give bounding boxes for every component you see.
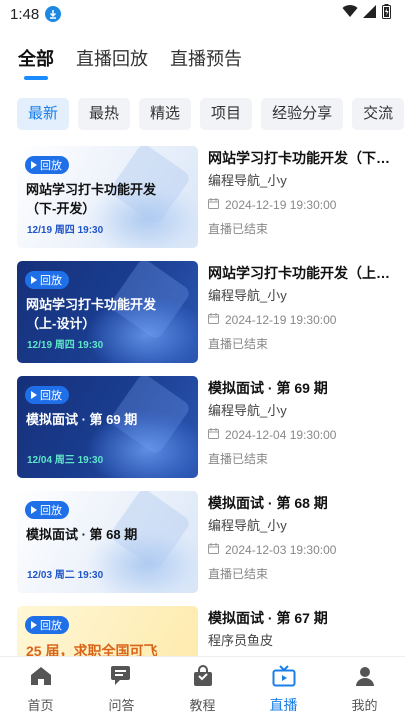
thumbnail-date: 12/19 周四 19:30 (27, 225, 104, 236)
nav-label: 直播 (269, 697, 298, 713)
bottom-nav: 首页 问答 教程 直播 我的 (0, 656, 405, 720)
play-icon (31, 391, 37, 399)
calendar-icon (208, 311, 219, 329)
calendar-icon (208, 541, 219, 559)
top-tabs: 全部 直播回放 直播预告 (18, 46, 242, 80)
live-time: 2024-12-04 19:30:00 (225, 428, 337, 442)
replay-badge-label: 回放 (40, 275, 62, 287)
filter-chip-featured[interactable]: 精选 (139, 98, 192, 130)
filter-chip-project[interactable]: 项目 (200, 98, 253, 130)
nav-label: 教程 (189, 698, 216, 713)
replay-badge-label: 回放 (40, 390, 62, 402)
filter-chips: 最新 最热 精选 项目 经验分享 交流 (17, 98, 405, 130)
nav-label: 我的 (351, 698, 378, 713)
play-icon (31, 276, 37, 284)
live-status: 直播已结束 (208, 452, 269, 466)
thumbnail-date: 12/19 周四 19:30 (27, 340, 104, 351)
live-author: 编程导航_小y (208, 518, 287, 533)
replay-badge-label: 回放 (40, 160, 62, 172)
bag-icon (192, 665, 214, 692)
nav-mine[interactable]: 我的 (324, 657, 405, 720)
chat-icon (110, 665, 134, 692)
live-item[interactable]: 回放 网站学习打卡功能开发（下-开发） 12/19 周四 19:30 网站学习打… (0, 146, 405, 250)
replay-badge-label: 回放 (40, 505, 62, 517)
play-icon (31, 621, 37, 629)
home-icon (30, 665, 52, 692)
replay-badge: 回放 (25, 616, 69, 634)
live-item[interactable]: 回放 网站学习打卡功能开发（上-设计） 12/19 周四 19:30 网站学习打… (0, 261, 405, 365)
thumbnail-title: 模拟面试 · 第 68 期 (26, 527, 138, 542)
filter-chip-hottest[interactable]: 最热 (78, 98, 131, 130)
play-icon (31, 161, 37, 169)
thumbnail-title: 模拟面试 · 第 69 期 (26, 412, 138, 427)
replay-badge: 回放 (25, 501, 69, 519)
replay-badge: 回放 (25, 386, 69, 404)
thumbnail-title: 网站学习打卡功能开发（下-开发） (26, 182, 157, 216)
live-thumbnail: 回放 25 届，求职全国可飞 (17, 606, 198, 656)
nav-live[interactable]: 直播 (243, 657, 324, 720)
thumbnail-date: 12/03 周二 19:30 (27, 570, 104, 581)
nav-label: 首页 (27, 698, 54, 713)
status-time: 1:48 (10, 5, 40, 23)
live-author: 编程导航_小y (208, 173, 287, 188)
download-icon (45, 6, 62, 22)
thumbnail-date: 12/04 周三 19:30 (27, 455, 104, 466)
filter-chip-exchange[interactable]: 交流 (352, 98, 405, 130)
battery-icon (382, 4, 391, 24)
live-item[interactable]: 回放 25 届，求职全国可飞 模拟面试 · 第 67 期 程序员鱼皮 (0, 606, 405, 656)
live-time: 2024-12-19 19:30:00 (225, 313, 337, 327)
replay-badge-label: 回放 (40, 620, 62, 632)
tab-replay[interactable]: 直播回放 (76, 46, 148, 72)
nav-tutorial[interactable]: 教程 (162, 657, 243, 720)
live-thumbnail: 回放 模拟面试 · 第 68 期 12/03 周二 19:30 (17, 491, 198, 593)
live-author: 编程导航_小y (208, 288, 287, 303)
live-list: 回放 网站学习打卡功能开发（下-开发） 12/19 周四 19:30 网站学习打… (0, 146, 405, 656)
live-status: 直播已结束 (208, 337, 269, 351)
tv-icon (272, 665, 296, 692)
signal-icon (363, 5, 377, 23)
live-title: 模拟面试 · 第 69 期 (208, 380, 328, 396)
live-title: 网站学习打卡功能开发（下… (208, 150, 390, 166)
nav-label: 问答 (108, 698, 135, 713)
live-title: 模拟面试 · 第 68 期 (208, 495, 328, 511)
wifi-icon (342, 5, 358, 23)
tab-preview[interactable]: 直播预告 (170, 46, 242, 72)
replay-badge: 回放 (25, 156, 69, 174)
nav-qa[interactable]: 问答 (81, 657, 162, 720)
live-thumbnail: 回放 模拟面试 · 第 69 期 12/04 周三 19:30 (17, 376, 198, 478)
thumbnail-title: 网站学习打卡功能开发（上-设计） (26, 297, 157, 331)
live-status: 直播已结束 (208, 222, 269, 236)
live-time: 2024-12-19 19:30:00 (225, 198, 337, 212)
calendar-icon (208, 426, 219, 444)
calendar-icon (208, 196, 219, 214)
live-status: 直播已结束 (208, 567, 269, 581)
play-icon (31, 506, 37, 514)
nav-home[interactable]: 首页 (0, 657, 81, 720)
live-author: 编程导航_小y (208, 403, 287, 418)
live-title: 模拟面试 · 第 67 期 (208, 610, 328, 626)
live-item[interactable]: 回放 模拟面试 · 第 68 期 12/03 周二 19:30 模拟面试 · 第… (0, 491, 405, 595)
thumbnail-title: 25 届，求职全国可飞 (26, 643, 158, 656)
replay-badge: 回放 (25, 271, 69, 289)
live-thumbnail: 回放 网站学习打卡功能开发（上-设计） 12/19 周四 19:30 (17, 261, 198, 363)
user-icon (354, 665, 376, 692)
filter-chip-latest[interactable]: 最新 (17, 98, 70, 130)
live-thumbnail: 回放 网站学习打卡功能开发（下-开发） 12/19 周四 19:30 (17, 146, 198, 248)
filter-chip-experience[interactable]: 经验分享 (261, 98, 344, 130)
live-time: 2024-12-03 19:30:00 (225, 543, 337, 557)
tab-all[interactable]: 全部 (18, 46, 54, 80)
live-author: 程序员鱼皮 (208, 633, 274, 648)
status-bar: 1:48 (0, 0, 405, 28)
live-title: 网站学习打卡功能开发（上… (208, 265, 390, 281)
live-item[interactable]: 回放 模拟面试 · 第 69 期 12/04 周三 19:30 模拟面试 · 第… (0, 376, 405, 480)
